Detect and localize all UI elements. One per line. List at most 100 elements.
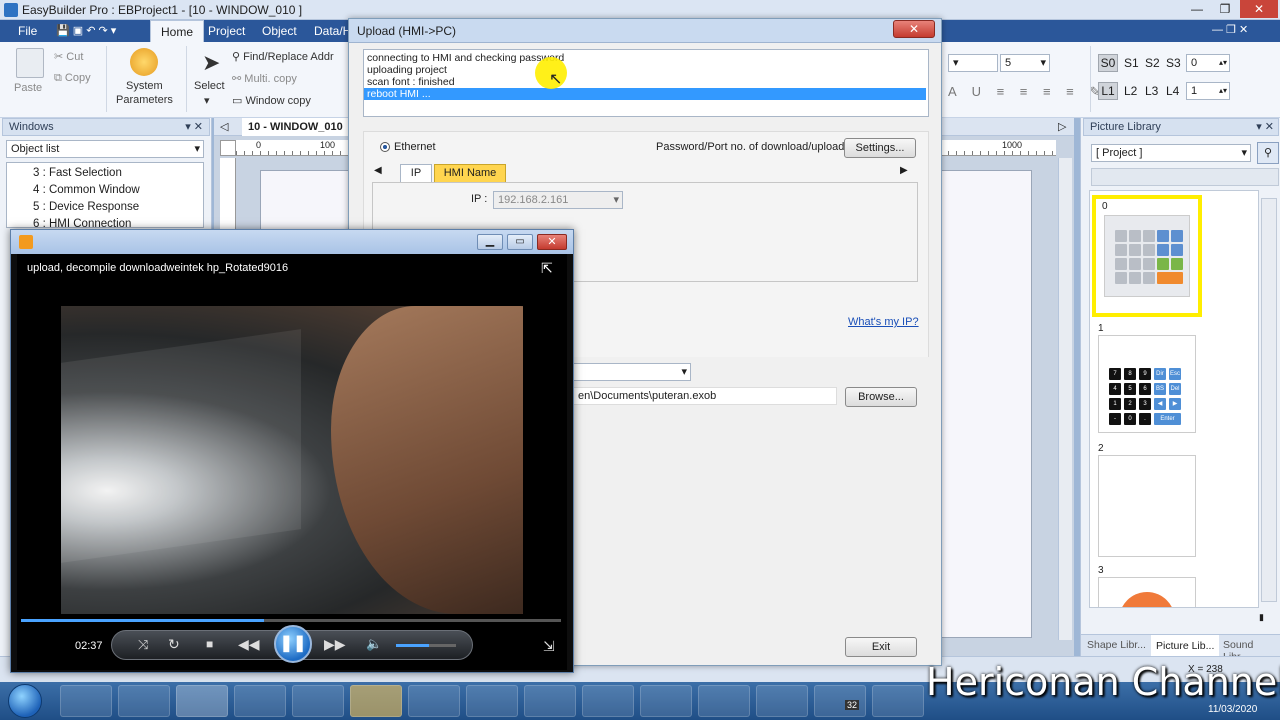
volume-slider[interactable] [396,644,456,647]
tab-shape-library[interactable]: Shape Libr... [1087,639,1146,651]
volume-icon[interactable]: 🔈 [366,636,382,652]
tab-object[interactable]: Object [252,20,307,42]
system-parameters-label-1[interactable]: System [126,80,163,92]
zoom-slider[interactable]: ▮ [1259,612,1277,622]
blank-thumbnail[interactable] [1098,455,1196,557]
player-minimize-button[interactable]: ▁ [477,234,503,250]
tab-file[interactable]: File [8,20,47,42]
tab-picture-library[interactable]: Picture Lib... [1151,635,1220,657]
dialog-close-button[interactable]: ✕ [893,20,935,38]
list-item[interactable]: 6 : HMI Connection [33,216,203,227]
subtab-hmi-name[interactable]: HMI Name [434,164,506,182]
player-maximize-button[interactable]: ▭ [507,234,533,250]
tab-project[interactable]: Project [198,20,255,42]
ip-address-field[interactable]: 192.168.2.161 ▾ [493,191,623,209]
l-value: 1 [1191,85,1198,97]
seek-bar[interactable] [21,619,561,622]
vertical-scrollbar[interactable] [1058,158,1072,640]
l2-button[interactable]: L2 [1124,84,1137,98]
numeric-keypad-thumbnail[interactable]: 7 8 9 Dir Esc 4 5 6 BS Del 1 2 3 ◀ ▶ -0. Enter [1098,335,1196,433]
quick-access-toolbar[interactable]: 💾 ▣ ↶ ↷ ▾ [56,24,142,38]
s0-button[interactable]: S0 [1098,54,1118,72]
library-dropdown[interactable]: [ Project ] ▾ [1091,144,1251,162]
subtab-ip[interactable]: IP [400,164,432,182]
s2-button[interactable]: S2 [1145,56,1160,70]
picture-item-selected[interactable]: 0 [1092,195,1202,317]
list-item[interactable]: 3 : Fast Selection [33,165,203,182]
tab-scroll-left-icon[interactable]: ◁ [220,120,228,133]
list-item[interactable]: 4 : Common Window [33,182,203,199]
s-value-stepper[interactable]: 0 ▴▾ [1186,54,1230,72]
elapsed-time: 02:37 [75,640,103,652]
inner-window-controls[interactable]: — ❐ ✕ [1212,23,1276,36]
browse-button[interactable]: Browse... [845,387,917,407]
switch-view-icon[interactable]: ⇱ [541,260,553,277]
window-copy-button[interactable]: ▭ Window copy [232,94,311,107]
editor-tab[interactable]: 10 - WINDOW_010 [242,118,349,136]
pause-button[interactable]: ❚❚ [274,625,312,663]
ethernet-radio[interactable] [380,142,390,152]
close-button[interactable]: ✕ [1240,0,1278,18]
cut-button[interactable]: ✂ Cut [54,50,83,63]
panel-close-icon[interactable]: ▾ ✕ [1256,119,1274,135]
settings-button[interactable]: Settings... [844,138,916,158]
copy-button[interactable]: ⧉ Copy [54,72,91,85]
select-dropdown-icon[interactable]: ▾ [204,94,210,107]
player-close-button[interactable]: ✕ [537,234,567,250]
keypad-key [1157,258,1169,270]
app-taskbar-icon[interactable]: 32 [814,685,866,717]
subtab-scroll-right-icon[interactable]: ▶ [900,165,908,176]
object-list-dropdown[interactable]: Object list ▾ [6,140,204,158]
picture-index: 2 [1098,443,1104,454]
l3-button[interactable]: L3 [1145,84,1158,98]
l-value-stepper[interactable]: 1 ▴▾ [1186,82,1230,100]
chrome-taskbar-icon[interactable] [234,685,286,717]
start-button[interactable] [8,684,42,718]
switch-to-library-icon[interactable]: ⇲ [543,638,555,655]
circle-thumbnail[interactable] [1098,577,1196,607]
next-icon[interactable]: ▶▶ [324,636,346,653]
panel-close-icon[interactable]: ▾ ✕ [185,119,203,135]
subtab-scroll-left-icon[interactable]: ◀ [374,165,382,176]
tab-scroll-right-icon[interactable]: ▷ [1058,120,1066,133]
library-search-icon[interactable]: ⚲ [1257,142,1279,164]
previous-icon[interactable]: ◀◀ [238,636,260,653]
shuffle-icon[interactable]: ⤨ [138,637,148,653]
ie-taskbar-icon[interactable] [60,685,112,717]
network-taskbar-icon[interactable] [756,685,808,717]
cxd-taskbar-icon[interactable] [292,685,344,717]
maximize-button[interactable]: ❐ [1212,0,1238,18]
system-parameters-label-2[interactable]: Parameters [116,94,173,106]
select-button[interactable]: Select [194,80,225,92]
repeat-icon[interactable]: ↻ [168,636,180,653]
media-player-taskbar-icon[interactable] [176,685,228,717]
excel-taskbar-icon[interactable] [640,685,692,717]
notepad-taskbar-icon[interactable] [466,685,518,717]
tab-home[interactable]: Home [150,20,205,42]
text-format-icons[interactable]: A U ≡ ≡ ≡ ≡ ✎ [948,84,1106,100]
s3-button[interactable]: S3 [1166,56,1181,70]
window-taskbar-icon[interactable] [872,685,924,717]
s1-button[interactable]: S1 [1124,56,1139,70]
minimize-button[interactable]: — [1184,0,1210,18]
find-replace-button[interactable]: ⚲ Find/Replace Addr [232,50,334,63]
explorer-taskbar-icon[interactable] [118,685,170,717]
multi-copy-button[interactable]: ⚯ Multi. copy [232,72,297,85]
paste-button[interactable]: Paste [14,82,42,94]
exit-button[interactable]: Exit [845,637,917,657]
easybuilder-taskbar-icon[interactable] [350,685,402,717]
winrar-taskbar-icon[interactable] [582,685,634,717]
stop-icon[interactable]: ■ [206,637,213,651]
firefox-taskbar-icon[interactable] [524,685,576,717]
font-size-select[interactable]: 5 ▾ [1000,54,1050,72]
l1-button[interactable]: L1 [1098,82,1118,100]
l4-button[interactable]: L4 [1166,84,1179,98]
library-scrollbar[interactable] [1261,198,1277,602]
list-item[interactable]: 5 : Device Response [33,199,203,216]
font-family-select[interactable]: ▾ [948,54,998,72]
video-area[interactable]: upload, decompile downloadweintek hp_Rot… [17,254,567,670]
upload-log-list[interactable]: connecting to HMI and checking password … [363,49,929,117]
paint-taskbar-icon[interactable] [698,685,750,717]
calculator-taskbar-icon[interactable] [408,685,460,717]
whats-my-ip-link[interactable]: What's my IP? [848,316,919,328]
